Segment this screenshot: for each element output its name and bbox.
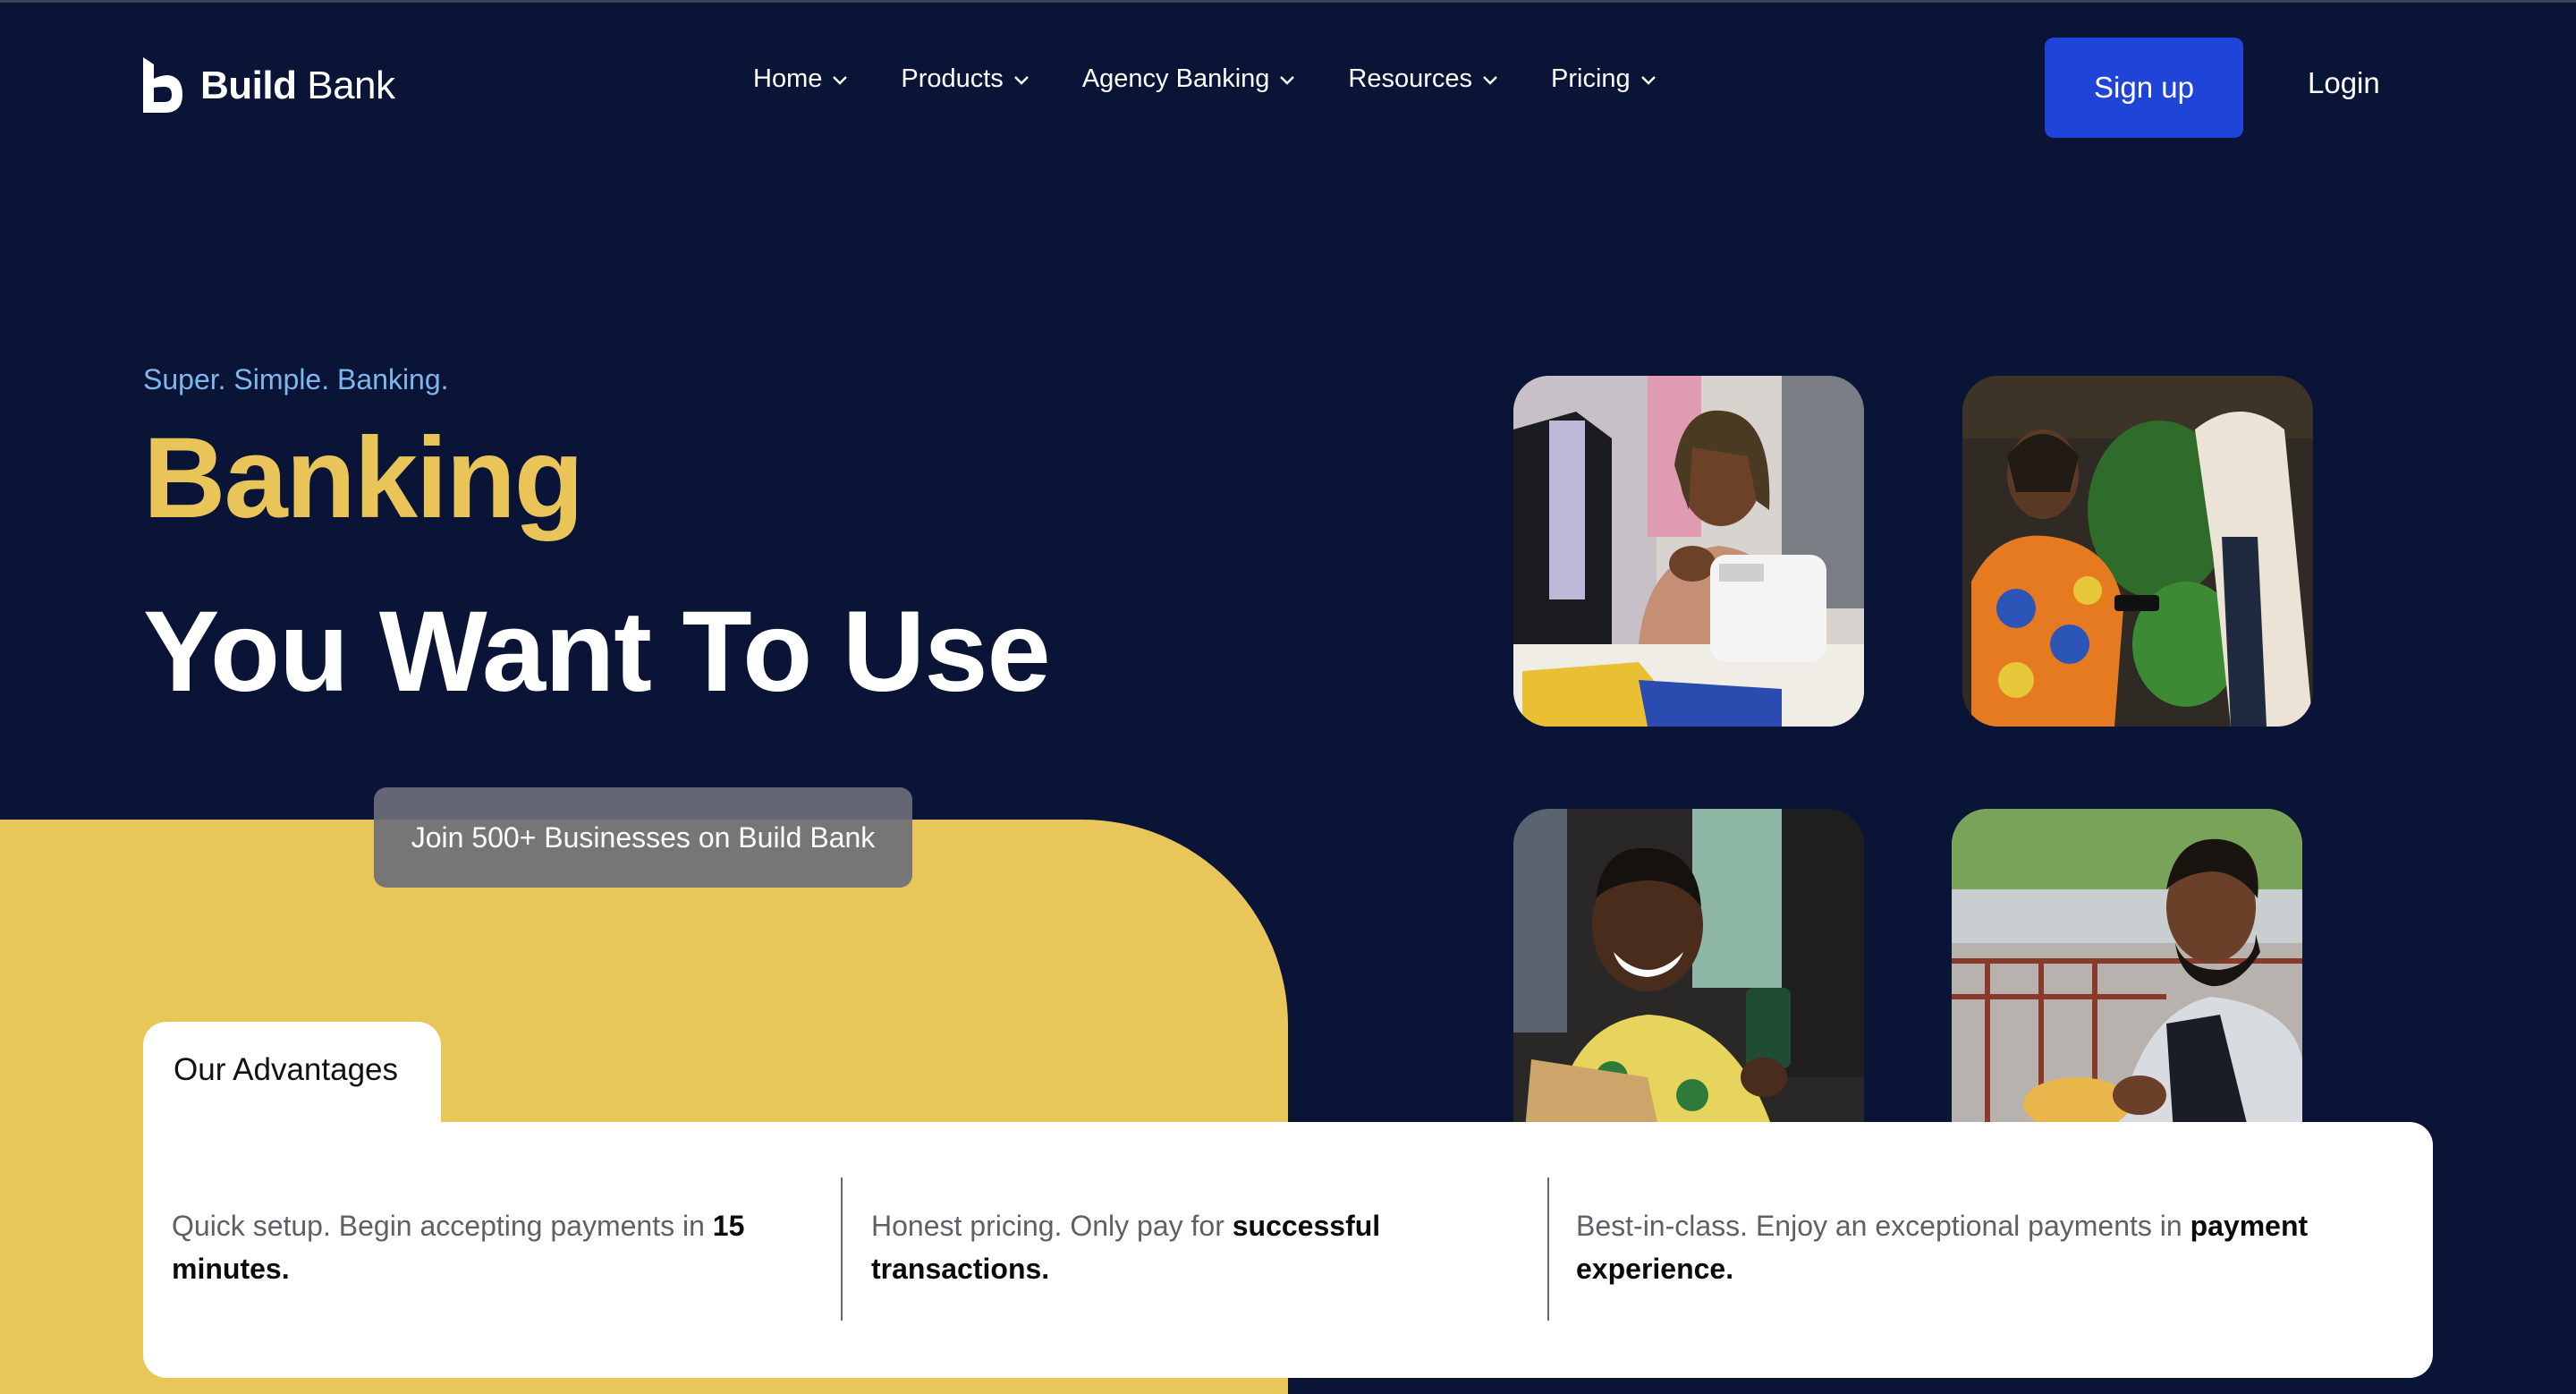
nav-item-label: Agency Banking xyxy=(1081,64,1270,93)
join-businesses-badge: Join 500+ Businesses on Build Bank xyxy=(374,787,912,888)
build-bank-logo-icon xyxy=(141,57,184,115)
logo-wordmark: Build Bank xyxy=(200,64,395,108)
login-link[interactable]: Login xyxy=(2308,66,2380,100)
divider xyxy=(1547,1177,1549,1321)
advantage-best-in-class: Best-in-class. Enjoy an exceptional paym… xyxy=(1576,1204,2363,1290)
logo-text-bold: Build xyxy=(200,64,297,107)
nav-item-products[interactable]: Products xyxy=(901,64,1030,94)
advantages-tab-label: Our Advantages xyxy=(174,1052,398,1087)
advantage-text: Quick setup. Begin accepting payments in xyxy=(172,1210,713,1242)
photo-vendor-man xyxy=(1952,809,2302,1160)
nav-item-pricing[interactable]: Pricing xyxy=(1551,64,1657,94)
nav-item-label: Resources xyxy=(1348,64,1473,93)
logo[interactable]: Build Bank xyxy=(141,57,395,115)
advantage-honest-pricing: Honest pricing. Only pay for successful … xyxy=(871,1204,1479,1290)
nav-item-resources[interactable]: Resources xyxy=(1348,64,1499,94)
advantage-quick-setup: Quick setup. Begin accepting payments in… xyxy=(172,1204,780,1290)
photo-tailor-woman xyxy=(1513,376,1864,727)
nav-item-agency-banking[interactable]: Agency Banking xyxy=(1082,64,1297,94)
nav-item-label: Products xyxy=(901,64,1004,93)
chevron-down-icon xyxy=(1640,75,1656,85)
advantage-text: Honest pricing. Only pay for xyxy=(871,1210,1233,1242)
nav-item-label: Home xyxy=(753,64,823,93)
advantages-tab[interactable]: Our Advantages xyxy=(143,1022,441,1138)
top-border xyxy=(0,0,2576,3)
hero-tagline: Super. Simple. Banking. xyxy=(143,363,449,395)
chevron-down-icon xyxy=(833,75,848,85)
main-nav: Home Products Agency Banking Resources P… xyxy=(753,64,1709,94)
photo-shopper-man xyxy=(1513,809,1864,1160)
chevron-down-icon xyxy=(1280,75,1295,85)
sign-up-button[interactable]: Sign up xyxy=(2045,38,2243,138)
nav-item-home[interactable]: Home xyxy=(753,64,849,94)
chevron-down-icon xyxy=(1013,75,1029,85)
divider xyxy=(841,1177,843,1321)
nav-item-label: Pricing xyxy=(1551,64,1631,93)
landing-page: Build Bank Home Products Agency Banking … xyxy=(0,0,2576,1394)
chevron-down-icon xyxy=(1483,75,1497,85)
logo-text-regular: Bank xyxy=(307,64,395,107)
photo-market-women xyxy=(1962,376,2313,727)
advantage-text: Best-in-class. Enjoy an exceptional paym… xyxy=(1576,1210,2190,1242)
advantages-card: Quick setup. Begin accepting payments in… xyxy=(143,1122,2433,1378)
hero-headline-banking: Banking xyxy=(143,414,584,542)
hero-headline-subtitle: You Want To Use xyxy=(143,588,1051,716)
